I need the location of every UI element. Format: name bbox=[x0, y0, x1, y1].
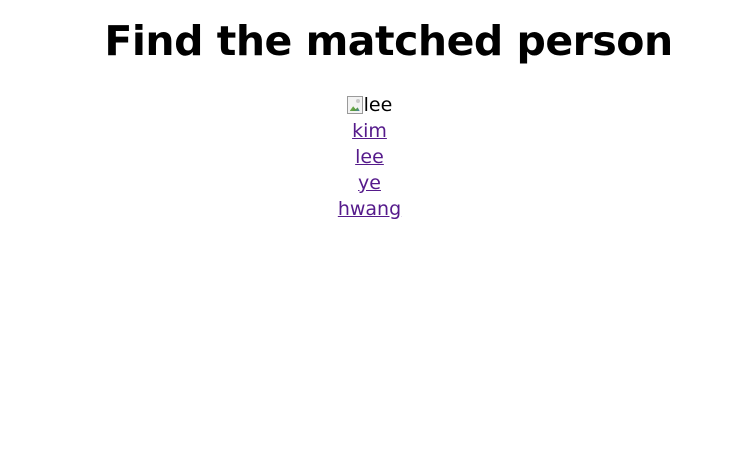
page: Find the matched person lee kim lee ye h… bbox=[0, 0, 739, 470]
person-image-row: lee bbox=[0, 92, 739, 118]
page-title: Find the matched person bbox=[104, 17, 673, 65]
broken-image-icon bbox=[346, 96, 363, 114]
person-link-lee[interactable]: lee bbox=[355, 144, 384, 170]
person-link-ye[interactable]: ye bbox=[358, 170, 381, 196]
person-image: lee bbox=[346, 92, 393, 118]
person-image-alt: lee bbox=[363, 94, 393, 116]
person-link-hwang[interactable]: hwang bbox=[338, 196, 401, 222]
person-link-kim[interactable]: kim bbox=[352, 118, 387, 144]
match-content: lee kim lee ye hwang bbox=[0, 92, 739, 222]
